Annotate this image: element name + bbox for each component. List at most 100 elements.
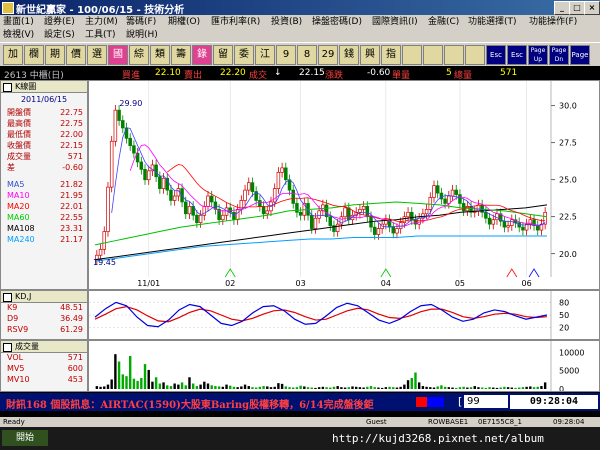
vol-toggle-icon[interactable] xyxy=(3,343,12,352)
kline-chart[interactable]: 30.0 27.5 25.0 22.5 20.0 11/01 02 03 04 05 06 29.90… xyxy=(88,80,600,290)
maximize-button[interactable]: □ xyxy=(569,1,585,15)
volume-bar xyxy=(377,387,380,389)
menu-forex-rates[interactable]: 匯市利率(R) xyxy=(211,16,260,28)
volume-bar xyxy=(232,386,236,389)
volume-bar xyxy=(392,387,395,389)
candle-body xyxy=(250,182,255,192)
volume-bar xyxy=(103,386,106,389)
tool-category-button[interactable]: 類 xyxy=(150,45,170,65)
menu-settings[interactable]: 設定(S) xyxy=(44,29,75,41)
volume-bar xyxy=(440,385,443,389)
candle-body xyxy=(243,189,247,201)
esc2-button[interactable]: Esc xyxy=(507,45,527,65)
volume-bar xyxy=(147,369,150,389)
tool-futures-button[interactable]: 期 xyxy=(45,45,65,65)
tool-record-button[interactable]: 錄 xyxy=(192,45,212,65)
tool-blank4-button[interactable] xyxy=(465,45,485,65)
tool-blank3-button[interactable] xyxy=(444,45,464,65)
vol-1-value: 600 xyxy=(67,364,83,373)
menu-screen[interactable]: 畫面(1) xyxy=(3,16,34,28)
volume-bar xyxy=(406,380,410,389)
tool-rise-button[interactable]: 興 xyxy=(360,45,380,65)
menu-main-force[interactable]: 主力(M) xyxy=(85,16,118,28)
volume-bar xyxy=(529,386,532,389)
ma-3-row: MA60 22.55 xyxy=(1,212,87,223)
menu-finance[interactable]: 金融(C) xyxy=(428,16,459,28)
volume-bar xyxy=(499,387,502,389)
tool-8-button[interactable]: 8 xyxy=(297,45,317,65)
tool-index-button[interactable]: 指 xyxy=(381,45,401,65)
volume-bar xyxy=(110,379,113,389)
candle-body xyxy=(158,176,162,189)
ticker-page-input[interactable]: 99 xyxy=(464,395,508,408)
menu-options[interactable]: 期權(O) xyxy=(168,16,200,28)
tool-overview-button[interactable]: 綜 xyxy=(129,45,149,65)
tool-message-button[interactable]: 留 xyxy=(213,45,233,65)
candle-body xyxy=(298,211,303,216)
menu-securities[interactable]: 證券(E) xyxy=(44,16,75,28)
kd-toggle-icon[interactable] xyxy=(3,293,12,302)
menu-chips[interactable]: 籌碼(F) xyxy=(126,16,156,28)
volume-bar xyxy=(288,387,291,389)
panel-toggle-icon[interactable] xyxy=(3,83,12,92)
ticker-clock: 09:28:04 xyxy=(510,395,598,409)
ma-2-label: MA20 xyxy=(7,202,30,211)
menu-function-select[interactable]: 功能選擇(T) xyxy=(468,16,517,28)
volume-bar xyxy=(336,386,339,389)
volume-bar xyxy=(429,387,432,389)
quote-1-label: 最高價 xyxy=(7,119,31,128)
candle-body xyxy=(328,216,333,226)
tool-order-button[interactable]: 委 xyxy=(234,45,254,65)
page-down-button[interactable]: Page Dn xyxy=(549,45,569,65)
menu-function-operate[interactable]: 功能操作(F) xyxy=(529,16,577,28)
menu-invest[interactable]: 投資(B) xyxy=(271,16,302,28)
menu-intl-info[interactable]: 國際資訊(I) xyxy=(372,16,418,28)
volume-bar xyxy=(410,378,413,389)
candle-body xyxy=(461,203,466,212)
tool-river-button[interactable]: 江 xyxy=(255,45,275,65)
volume-bar xyxy=(477,387,480,389)
quote-5-label: 差 xyxy=(7,163,15,172)
tool-blank2-button[interactable] xyxy=(423,45,443,65)
tool-add-button[interactable]: 加 xyxy=(3,45,23,65)
menu-trade-code[interactable]: 操盤密碼(D) xyxy=(312,16,362,28)
volume-bar xyxy=(403,384,406,389)
status-time: 09:28:04 xyxy=(553,418,585,426)
tool-column-button[interactable]: 欄 xyxy=(24,45,44,65)
volume-bar xyxy=(177,384,180,389)
tool-money-button[interactable]: 錢 xyxy=(339,45,359,65)
candle-body xyxy=(280,167,284,173)
menu-view[interactable]: 檢視(V) xyxy=(3,29,34,41)
menu-help[interactable]: 說明(H) xyxy=(126,29,158,41)
tool-29-button[interactable]: 29 xyxy=(318,45,338,65)
start-button[interactable]: 開始 xyxy=(2,430,48,446)
volume-bar xyxy=(492,387,495,389)
x-tick-label: 04 xyxy=(381,279,391,288)
candle-body xyxy=(295,203,299,213)
volume-chart[interactable]: 10000 5000 0 xyxy=(88,340,600,394)
news-ticker: 財訊168 個股訊息：AIRTAC(1590)大股東Baring股權移轉，6/1… xyxy=(0,393,600,411)
ma-3-value: 22.55 xyxy=(60,213,83,222)
esc-button[interactable]: Esc xyxy=(486,45,506,65)
kd-chart[interactable]: 80 50 20 xyxy=(88,290,600,340)
page-up-button[interactable]: Page Up xyxy=(528,45,548,65)
x-tick-label: 05 xyxy=(455,279,465,288)
ma-1-label: MA10 xyxy=(7,191,30,200)
tool-chips-button[interactable]: 籌 xyxy=(171,45,191,65)
tool-9-button[interactable]: 9 xyxy=(276,45,296,65)
tool-select-button[interactable]: 選 xyxy=(87,45,107,65)
tool-intl-button[interactable]: 國 xyxy=(108,45,128,65)
close-button[interactable]: × xyxy=(584,1,600,15)
total-vol-value: 571 xyxy=(500,68,518,78)
volume-bar xyxy=(495,387,499,389)
tool-price-button[interactable]: 價 xyxy=(66,45,86,65)
volume-bar xyxy=(321,386,325,389)
menu-tools[interactable]: 工具(T) xyxy=(85,29,116,41)
volume-bar xyxy=(310,387,313,389)
volume-svg: 10000 5000 0 xyxy=(95,341,584,394)
page-button[interactable]: Page xyxy=(570,45,590,65)
kd-panel-title: KD,J xyxy=(15,292,32,301)
tool-blank1-button[interactable] xyxy=(402,45,422,65)
volume-bar xyxy=(166,385,169,389)
minimize-button[interactable]: _ xyxy=(554,1,570,15)
